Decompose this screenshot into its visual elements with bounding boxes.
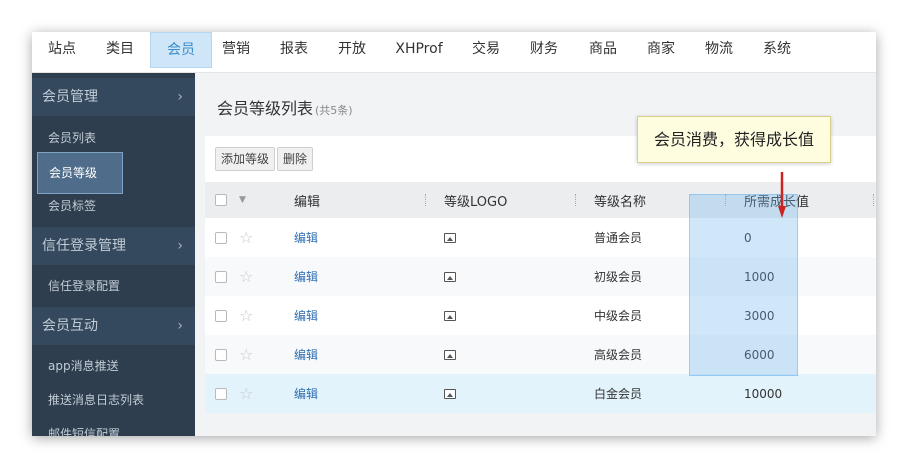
sidebar-group-label: 会员管理 [42, 89, 98, 105]
nav-item-finance[interactable]: 财务 [522, 32, 566, 68]
sidebar-item-member-tag[interactable]: 会员标签 [48, 191, 96, 221]
image-icon [444, 296, 456, 335]
level-name: 中级会员 [594, 309, 643, 323]
edit-link[interactable]: 编辑 [294, 374, 318, 413]
row-checkbox[interactable] [215, 257, 227, 296]
nav-item-member[interactable]: 会员 [150, 32, 212, 68]
page-title: 会员等级列表 (共5条) [217, 95, 353, 119]
star-outline-icon[interactable]: ☆ [239, 218, 253, 257]
nav-item-system[interactable]: 系统 [755, 32, 799, 68]
nav-item-reports[interactable]: 报表 [272, 32, 316, 68]
edit-link[interactable]: 编辑 [294, 335, 318, 374]
nav-item-trade[interactable]: 交易 [464, 32, 508, 68]
image-icon [444, 374, 456, 413]
star-outline-icon[interactable]: ☆ [239, 257, 253, 296]
table-row[interactable]: ☆ 编辑 白金会员 10000 [205, 374, 876, 413]
chevron-right-icon: › [177, 318, 183, 334]
arrow-down-icon [778, 172, 786, 218]
chevron-right-icon: › [177, 238, 183, 254]
sidebar-group-trust-login[interactable]: 信任登录管理 › [32, 227, 195, 265]
chevron-right-icon: › [177, 89, 183, 105]
level-name: 初级会员 [594, 270, 643, 284]
add-level-button[interactable]: 添加等级 [215, 147, 276, 171]
sidebar-item-mail-sms[interactable]: 邮件短信配置 [48, 419, 120, 436]
edit-link[interactable]: 编辑 [294, 296, 318, 335]
image-icon [444, 257, 456, 296]
select-all-checkbox[interactable] [215, 182, 227, 218]
growth-column-highlight [689, 194, 798, 376]
sidebar-item-push-log[interactable]: 推送消息日志列表 [48, 385, 144, 415]
level-name: 高级会员 [594, 348, 643, 362]
column-header-name: 等级名称 [594, 194, 647, 210]
sidebar-item-member-list[interactable]: 会员列表 [48, 123, 96, 153]
nav-item-open[interactable]: 开放 [330, 32, 374, 68]
record-count: (共5条) [315, 104, 353, 117]
nav-item-xhprof[interactable]: XHProf [388, 32, 450, 68]
page-title-text: 会员等级列表 [217, 99, 314, 118]
annotation-callout: 会员消费，获得成长值 [637, 116, 831, 163]
star-outline-icon[interactable]: ☆ [239, 296, 253, 335]
column-resizer[interactable] [575, 194, 577, 206]
column-header-logo: 等级LOGO [444, 194, 508, 210]
star-outline-icon[interactable]: ☆ [239, 335, 253, 374]
edit-link[interactable]: 编辑 [294, 257, 318, 296]
delete-button[interactable]: 删除 [277, 147, 314, 171]
caret-down-icon[interactable]: ▼ [239, 182, 246, 218]
nav-item-category[interactable]: 类目 [94, 32, 146, 68]
sidebar-group-label: 信任登录管理 [42, 238, 126, 254]
column-resizer[interactable] [873, 194, 875, 206]
image-icon [444, 218, 456, 257]
nav-item-merchant[interactable]: 商家 [639, 32, 683, 68]
sidebar-item-member-level[interactable]: 会员等级 [37, 152, 123, 194]
sidebar-item-app-push[interactable]: app消息推送 [48, 351, 119, 381]
star-outline-icon[interactable]: ☆ [239, 374, 253, 413]
sidebar-group-member-interaction[interactable]: 会员互动 › [32, 307, 195, 345]
nav-item-goods[interactable]: 商品 [581, 32, 625, 68]
nav-item-logistics[interactable]: 物流 [697, 32, 741, 68]
sidebar: 会员管理 › 会员列表 会员等级 会员标签 信任登录管理 › 信任登录配置 会员… [32, 73, 195, 436]
row-checkbox[interactable] [215, 218, 227, 257]
sidebar-item-trust-config[interactable]: 信任登录配置 [48, 271, 120, 301]
image-icon [444, 335, 456, 374]
growth-value: 10000 [744, 386, 783, 401]
top-nav: 站点 类目 会员 营销 报表 开放 XHProf 交易 财务 商品 商家 物流 … [32, 32, 876, 73]
row-checkbox[interactable] [215, 296, 227, 335]
column-resizer[interactable] [425, 194, 427, 206]
nav-item-site[interactable]: 站点 [36, 32, 88, 68]
level-name: 普通会员 [594, 231, 643, 245]
row-checkbox[interactable] [215, 335, 227, 374]
sidebar-group-member-management[interactable]: 会员管理 › [32, 78, 195, 116]
edit-link[interactable]: 编辑 [294, 218, 318, 257]
column-header-edit: 编辑 [294, 194, 321, 210]
sidebar-group-label: 会员互动 [42, 318, 98, 334]
row-checkbox[interactable] [215, 374, 227, 413]
level-name: 白金会员 [594, 387, 643, 401]
nav-item-marketing[interactable]: 营销 [214, 32, 258, 68]
